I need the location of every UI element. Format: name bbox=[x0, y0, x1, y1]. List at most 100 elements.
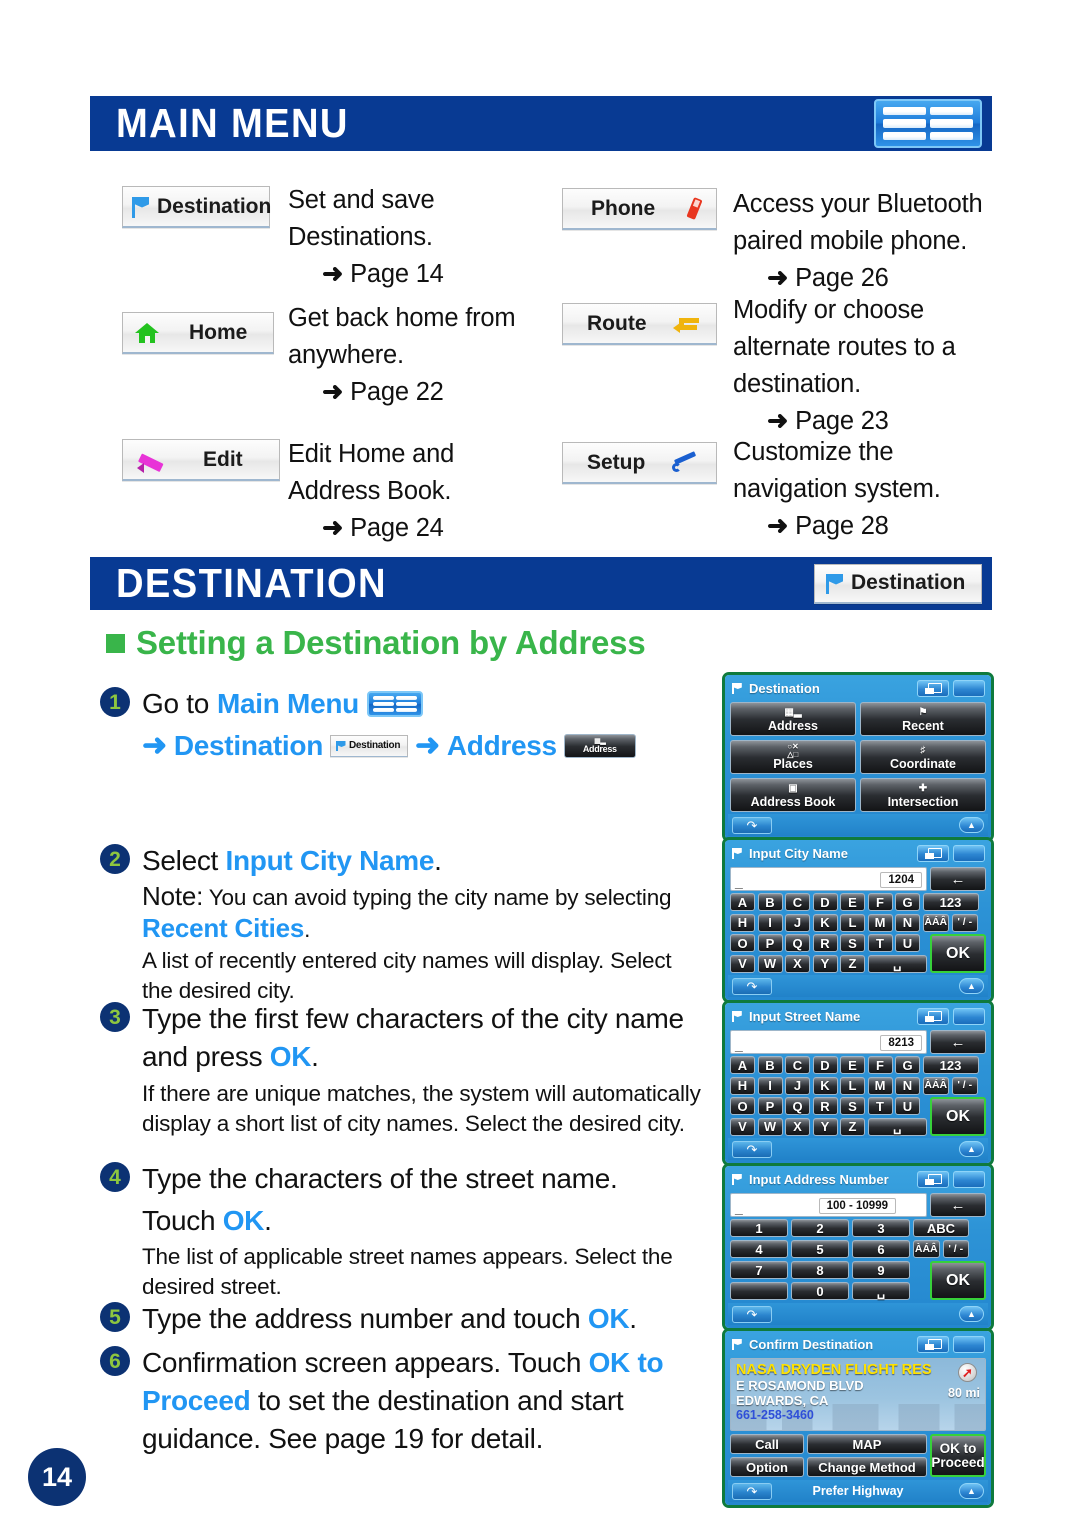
street-name-input[interactable]: _ 8213 bbox=[730, 1030, 927, 1054]
key-v[interactable]: V bbox=[730, 954, 755, 973]
main-menu-chip-home[interactable]: Home bbox=[122, 312, 274, 354]
key-v[interactable]: V bbox=[730, 1117, 755, 1136]
main-menu-chip-destination[interactable]: Destination bbox=[122, 186, 271, 228]
key-x[interactable]: X bbox=[785, 954, 810, 973]
option-button[interactable]: Option bbox=[730, 1457, 804, 1477]
key-o[interactable]: O bbox=[730, 934, 755, 952]
key-s[interactable]: S bbox=[840, 934, 865, 952]
key-h[interactable]: H bbox=[730, 913, 755, 932]
key-k[interactable]: K bbox=[812, 913, 838, 932]
key-j[interactable]: J bbox=[785, 1076, 810, 1095]
key-l[interactable]: L bbox=[840, 1076, 865, 1095]
key-0[interactable]: 0 bbox=[791, 1282, 849, 1300]
key-8[interactable]: 8 bbox=[791, 1261, 849, 1279]
key-n[interactable]: N bbox=[895, 913, 920, 932]
back-arrow-icon[interactable]: ↷ bbox=[732, 977, 772, 995]
inline-chip-destination[interactable]: Destination bbox=[330, 735, 408, 757]
key-y[interactable]: Y bbox=[812, 954, 838, 973]
key-blank[interactable] bbox=[730, 1282, 788, 1300]
key-x[interactable]: X bbox=[785, 1117, 810, 1136]
map-button[interactable]: MAP bbox=[807, 1434, 927, 1454]
back-arrow-icon[interactable]: ↷ bbox=[732, 1482, 772, 1500]
key-y[interactable]: Y bbox=[812, 1117, 838, 1136]
key-3[interactable]: 3 bbox=[852, 1219, 910, 1237]
main-menu-grid-icon[interactable] bbox=[953, 1008, 985, 1025]
key-g[interactable]: G bbox=[895, 893, 920, 911]
nav-button-coordinate[interactable]: ♯ Coordinate bbox=[860, 740, 986, 774]
key-5[interactable]: 5 bbox=[791, 1240, 849, 1258]
up-arrow-icon[interactable]: ▲ bbox=[959, 1141, 984, 1157]
key-i[interactable]: I bbox=[757, 913, 783, 932]
nav-button-places[interactable]: ○✕ △□ Places bbox=[730, 740, 856, 774]
main-menu-grid-icon[interactable] bbox=[953, 1171, 985, 1188]
key-f[interactable]: F bbox=[867, 893, 893, 911]
up-arrow-icon[interactable]: ▲ bbox=[959, 978, 984, 994]
key-space[interactable]: ␣ bbox=[852, 1282, 910, 1300]
up-arrow-icon[interactable]: ▲ bbox=[959, 1483, 984, 1499]
window-switch-icon[interactable] bbox=[917, 1171, 949, 1188]
key-s[interactable]: S bbox=[840, 1097, 865, 1115]
main-menu-grid-icon[interactable] bbox=[953, 680, 985, 697]
key-l[interactable]: L bbox=[840, 913, 865, 932]
key-symbol[interactable]: ' / - bbox=[942, 1240, 969, 1258]
key-p[interactable]: P bbox=[757, 1097, 783, 1115]
key-a[interactable]: A bbox=[730, 893, 755, 911]
key-7[interactable]: 7 bbox=[730, 1261, 788, 1279]
key-accent[interactable]: ÀÁÂ bbox=[922, 913, 949, 932]
main-menu-grid-icon[interactable] bbox=[953, 845, 985, 862]
key-g[interactable]: G bbox=[895, 1056, 920, 1074]
key-symbol[interactable]: ' / - bbox=[951, 913, 978, 932]
up-arrow-icon[interactable]: ▲ bbox=[959, 817, 984, 833]
nav-button-address[interactable]: ▦▂ Address bbox=[730, 702, 856, 736]
window-switch-icon[interactable] bbox=[917, 680, 949, 697]
key-q[interactable]: Q bbox=[785, 1097, 810, 1115]
backspace-arrow-icon[interactable]: ← bbox=[930, 867, 986, 891]
nav-button-recent[interactable]: ⚑ Recent bbox=[860, 702, 986, 736]
key-2[interactable]: 2 bbox=[791, 1219, 849, 1237]
key-p[interactable]: P bbox=[757, 934, 783, 952]
key-mode-123[interactable]: 123 bbox=[922, 893, 979, 911]
key-mode-abc[interactable]: ABC bbox=[913, 1219, 969, 1237]
key-n[interactable]: N bbox=[895, 1076, 920, 1095]
nav-button-address-book[interactable]: ▣ Address Book bbox=[730, 778, 856, 812]
key-b[interactable]: B bbox=[757, 1056, 783, 1074]
back-arrow-icon[interactable]: ↷ bbox=[732, 1305, 772, 1323]
main-menu-chip-setup[interactable]: Setup bbox=[562, 442, 717, 484]
key-m[interactable]: M bbox=[867, 1076, 893, 1095]
key-c[interactable]: C bbox=[785, 1056, 810, 1074]
key-w[interactable]: W bbox=[757, 1117, 783, 1136]
key-1[interactable]: 1 bbox=[730, 1219, 788, 1237]
ok-button[interactable]: OK bbox=[930, 934, 986, 973]
key-b[interactable]: B bbox=[757, 893, 783, 911]
key-k[interactable]: K bbox=[812, 1076, 838, 1095]
main-menu-chip-edit[interactable]: Edit bbox=[122, 439, 280, 481]
key-r[interactable]: R bbox=[812, 934, 838, 952]
key-o[interactable]: O bbox=[730, 1097, 755, 1115]
key-4[interactable]: 4 bbox=[730, 1240, 788, 1258]
ok-button[interactable]: OK bbox=[930, 1261, 986, 1300]
city-name-input[interactable]: _ 1204 bbox=[730, 867, 927, 891]
ok-button[interactable]: OK bbox=[930, 1097, 986, 1136]
main-menu-grid-icon[interactable] bbox=[953, 1336, 985, 1353]
window-switch-icon[interactable] bbox=[917, 1336, 949, 1353]
key-mode-123[interactable]: 123 bbox=[922, 1056, 979, 1074]
key-space[interactable]: ␣ bbox=[867, 1117, 927, 1136]
back-arrow-icon[interactable]: ↷ bbox=[732, 816, 772, 834]
key-9[interactable]: 9 bbox=[852, 1261, 910, 1279]
backspace-arrow-icon[interactable]: ← bbox=[930, 1193, 986, 1217]
key-a[interactable]: A bbox=[730, 1056, 755, 1074]
key-e[interactable]: E bbox=[840, 893, 865, 911]
inline-chip-address[interactable]: ▦▂ Address bbox=[563, 734, 636, 758]
change-method-button[interactable]: Change Method bbox=[807, 1457, 927, 1477]
backspace-arrow-icon[interactable]: ← bbox=[930, 1030, 986, 1054]
main-menu-grid-icon[interactable] bbox=[366, 691, 423, 717]
main-menu-chip-route[interactable]: Route bbox=[562, 303, 717, 345]
key-q[interactable]: Q bbox=[785, 934, 810, 952]
key-f[interactable]: F bbox=[867, 1056, 893, 1074]
key-accent[interactable]: ÀÁÂ bbox=[913, 1240, 940, 1258]
window-switch-icon[interactable] bbox=[917, 845, 949, 862]
key-z[interactable]: Z bbox=[840, 954, 865, 973]
key-i[interactable]: I bbox=[757, 1076, 783, 1095]
key-h[interactable]: H bbox=[730, 1076, 755, 1095]
window-switch-icon[interactable] bbox=[917, 1008, 949, 1025]
